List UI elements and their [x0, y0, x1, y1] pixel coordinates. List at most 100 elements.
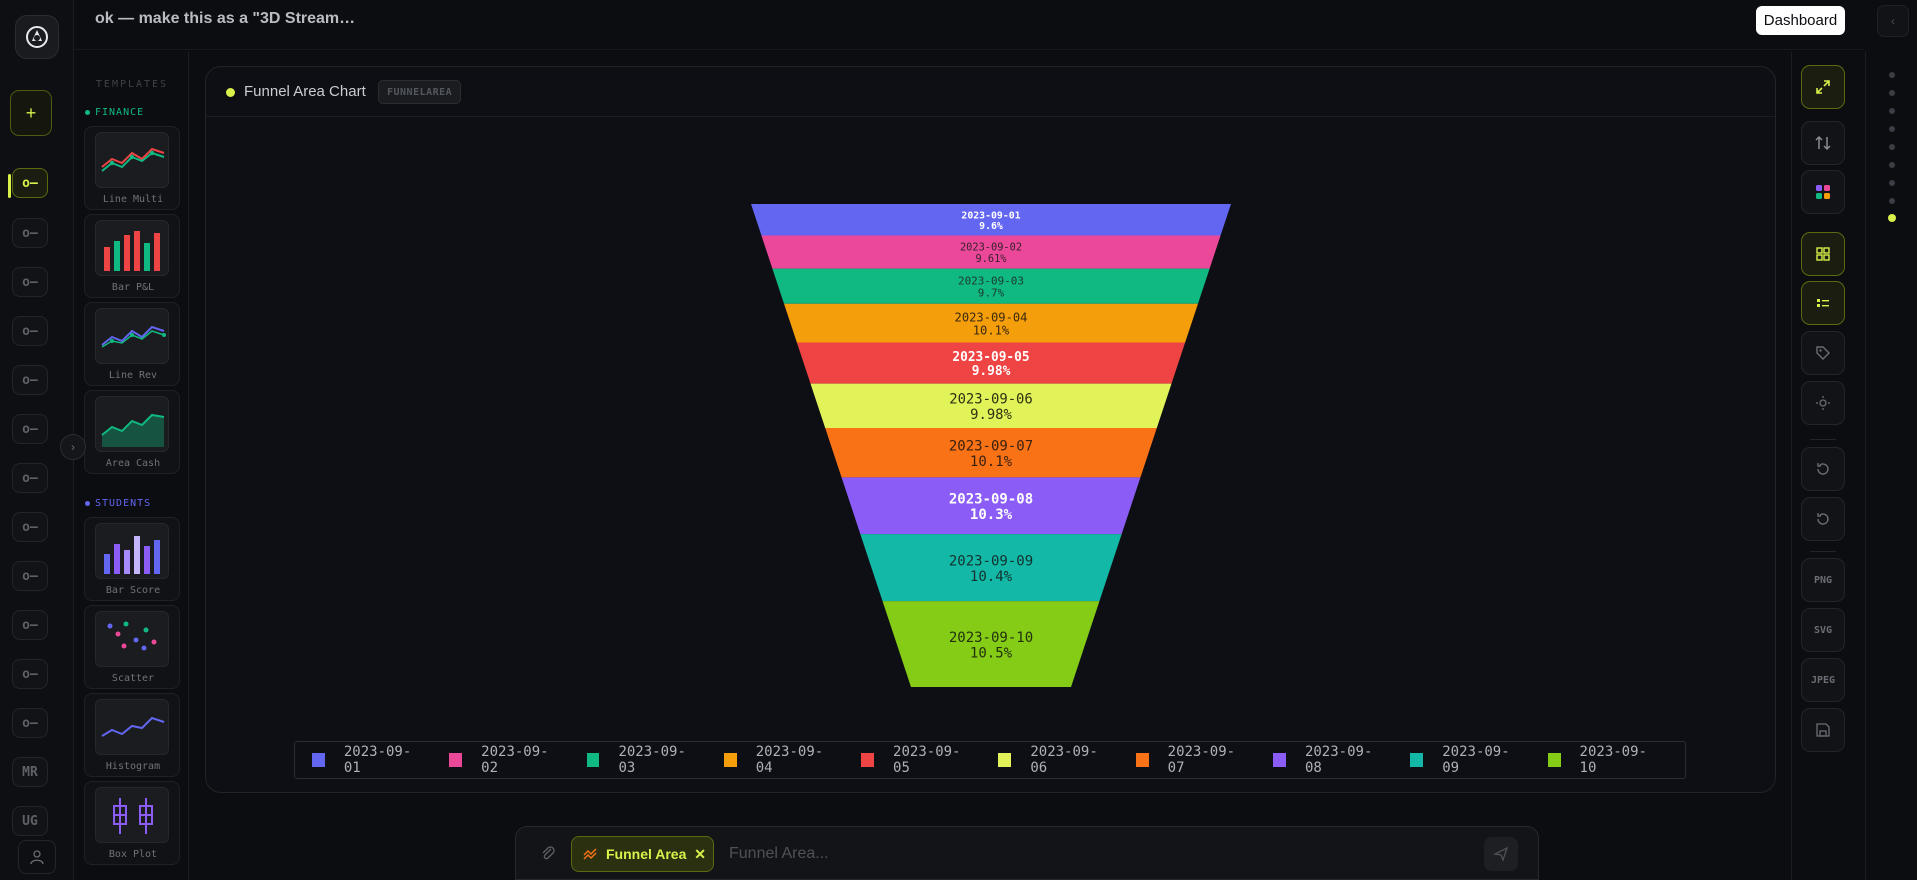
swap-axes-button[interactable]: [1801, 121, 1845, 165]
rail-item-7[interactable]: o—: [12, 463, 48, 493]
step-indicator-dot[interactable]: [1888, 214, 1896, 222]
rail-item-9[interactable]: o—: [12, 561, 48, 591]
rail-item-8[interactable]: o—: [12, 512, 48, 542]
color-palette-button[interactable]: [1801, 170, 1845, 214]
template-histogram[interactable]: Histogram: [84, 693, 180, 777]
export-png-button[interactable]: PNG: [1801, 558, 1845, 602]
theme-button[interactable]: [1801, 381, 1845, 425]
bar-score-thumbnail-icon: [95, 523, 169, 579]
collapse-panel-button[interactable]: ‹: [1877, 5, 1909, 37]
tag-icon: [1816, 346, 1830, 360]
legend-label: 2023-09-03: [618, 744, 686, 776]
rail-item-11[interactable]: o—: [12, 659, 48, 689]
app-logo[interactable]: [15, 15, 59, 59]
expand-sidebar-button[interactable]: ›: [60, 434, 86, 460]
export-svg-button[interactable]: SVG: [1801, 608, 1845, 652]
segment-percent: 9.7%: [978, 287, 1005, 300]
rail-item-14[interactable]: UG: [12, 806, 48, 836]
labels-button[interactable]: [1801, 331, 1845, 375]
right-toolbar: PNG SVG JPEG: [1791, 52, 1866, 880]
step-indicator-dot[interactable]: [1889, 108, 1895, 114]
scatter-thumbnail-icon: [95, 611, 169, 667]
user-button[interactable]: [18, 840, 56, 874]
legend-toggle-button[interactable]: [1801, 281, 1845, 325]
step-indicator-dot[interactable]: [1889, 90, 1895, 96]
legend-swatch-icon: [1273, 753, 1286, 767]
group-label: STUDENTS: [95, 498, 152, 509]
export-jpeg-button[interactable]: JPEG: [1801, 658, 1845, 702]
funnel-area-chart: 2023-09-019.6%2023-09-029.61%2023-09-039…: [751, 204, 1231, 687]
new-chart-button[interactable]: +: [10, 90, 52, 136]
template-line-multi[interactable]: Line Multi: [84, 126, 180, 210]
segment-percent: 10.1%: [973, 324, 1010, 338]
toolbar-divider: [1810, 439, 1836, 440]
expand-button[interactable]: [1801, 65, 1845, 109]
header-divider: [74, 49, 1864, 50]
template-area-cash[interactable]: Area Cash: [84, 390, 180, 474]
rail-item-3[interactable]: o—: [12, 267, 48, 297]
step-indicator-dot[interactable]: [1889, 72, 1895, 78]
rail-item-12[interactable]: o—: [12, 708, 48, 738]
group-students: STUDENTS: [85, 498, 151, 509]
step-indicator-dot[interactable]: [1889, 126, 1895, 132]
plus-icon: +: [25, 102, 37, 123]
legend-item[interactable]: 2023-09-01: [312, 744, 421, 776]
export-jpeg-label: JPEG: [1810, 674, 1836, 686]
undo-button[interactable]: [1801, 447, 1845, 491]
grid-view-button[interactable]: [1801, 232, 1845, 276]
template-box-plot[interactable]: Box Plot: [84, 781, 180, 865]
remove-chip-icon[interactable]: ✕: [694, 846, 706, 863]
segment-label: 2023-09-01: [961, 210, 1020, 221]
attach-button[interactable]: [540, 845, 556, 866]
segment-label: 2023-09-04: [955, 310, 1028, 324]
template-bar-pl[interactable]: Bar P&L: [84, 214, 180, 298]
segment-percent: 10.3%: [970, 507, 1013, 523]
step-indicator-dot[interactable]: [1889, 180, 1895, 186]
chart-type-chip[interactable]: Funnel Area ✕: [571, 836, 714, 872]
dashboard-button[interactable]: Dashboard: [1756, 6, 1845, 35]
rail-item-2[interactable]: o—: [12, 218, 48, 248]
legend-swatch-icon: [1135, 753, 1149, 767]
step-indicator-dot[interactable]: [1889, 198, 1895, 204]
histogram-thumbnail-icon: [95, 699, 169, 755]
template-line-rev[interactable]: Line Rev: [84, 302, 180, 386]
legend-label: 2023-09-04: [755, 744, 824, 776]
legend-item[interactable]: 2023-09-10: [1547, 744, 1657, 776]
students-dot-icon: [85, 501, 90, 506]
line-multi-thumbnail-icon: [95, 132, 169, 188]
legend-item[interactable]: 2023-09-08: [1273, 744, 1382, 776]
legend-label: 2023-09-08: [1304, 744, 1373, 776]
step-indicator-dot[interactable]: [1889, 162, 1895, 168]
legend-item[interactable]: 2023-09-06: [998, 744, 1107, 776]
rail-item-5[interactable]: o—: [12, 365, 48, 395]
legend-item[interactable]: 2023-09-03: [586, 744, 696, 776]
rail-item-10[interactable]: o—: [12, 610, 48, 640]
rail-item-13[interactable]: MR: [12, 757, 48, 787]
legend-item[interactable]: 2023-09-05: [861, 744, 970, 776]
rail-item-1[interactable]: o—: [12, 168, 48, 198]
list-icon: [1817, 299, 1829, 307]
reset-button[interactable]: [1801, 497, 1845, 541]
legend-item[interactable]: 2023-09-09: [1410, 744, 1519, 776]
legend-item[interactable]: 2023-09-02: [449, 744, 558, 776]
active-indicator: [8, 174, 11, 198]
template-label: Bar P&L: [111, 282, 155, 293]
chat-input[interactable]: [729, 836, 1329, 872]
step-indicator-dot[interactable]: [1889, 144, 1895, 150]
template-bar-score[interactable]: Bar Score: [84, 517, 180, 601]
segment-percent: 10.4%: [970, 569, 1013, 585]
send-button[interactable]: [1484, 837, 1518, 871]
template-scatter[interactable]: Scatter: [84, 605, 180, 689]
finance-dot-icon: [85, 110, 90, 115]
rail-item-4[interactable]: o—: [12, 316, 48, 346]
chart-card: Funnel Area Chart FUNNELAREA 2023-09-01 9…: [205, 66, 1776, 793]
template-label: Bar Score: [105, 585, 161, 596]
legend-item[interactable]: 2023-09-07: [1135, 744, 1245, 776]
legend-swatch-icon: [449, 753, 463, 767]
save-button[interactable]: [1801, 708, 1845, 752]
rail-item-6[interactable]: o—: [12, 414, 48, 444]
legend-swatch-icon: [723, 753, 737, 767]
legend-label: 2023-09-01: [343, 744, 412, 776]
toolbar-divider: [1810, 551, 1836, 552]
legend-item[interactable]: 2023-09-04: [723, 744, 833, 776]
